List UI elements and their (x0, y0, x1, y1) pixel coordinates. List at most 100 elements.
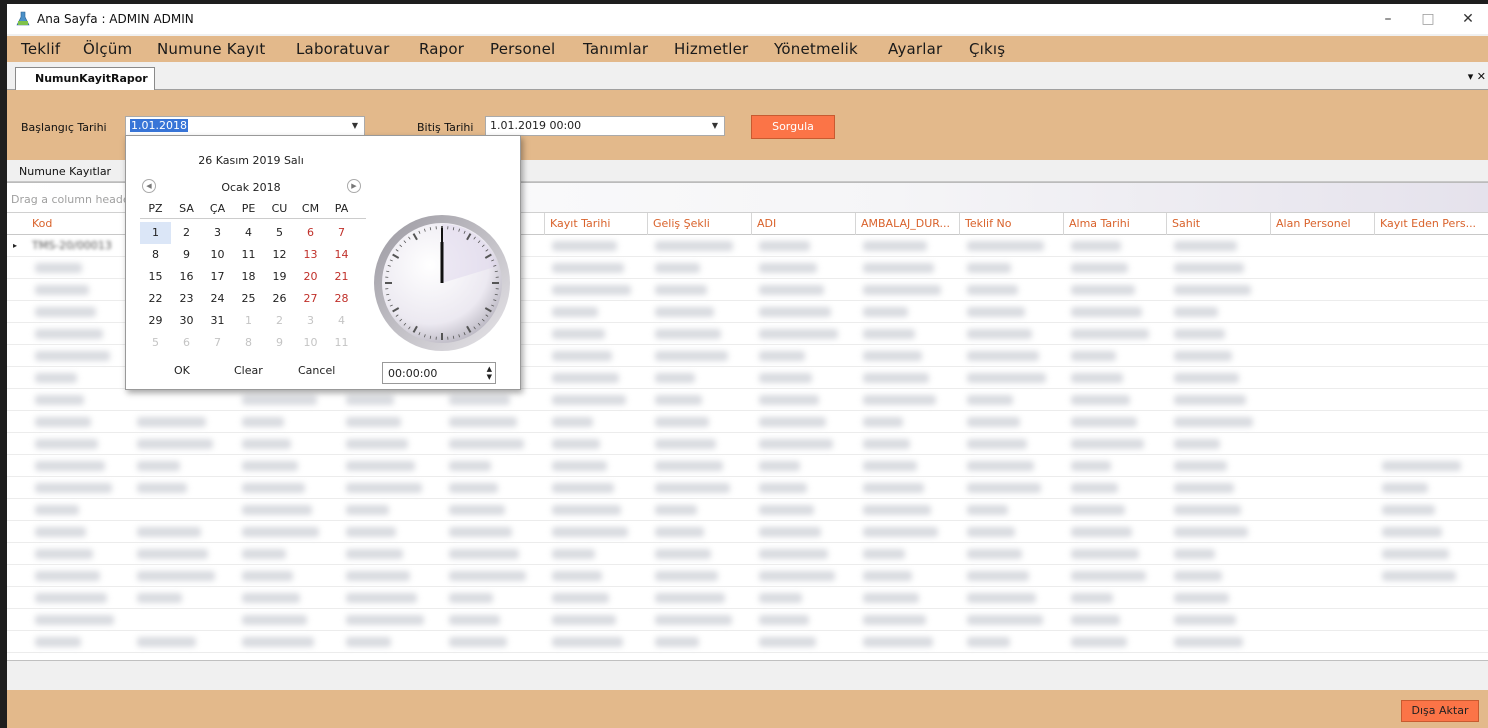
calendar-day[interactable]: 1 (140, 222, 171, 244)
calendar-day[interactable]: 14 (326, 244, 357, 266)
calendar-ok-button[interactable]: OK (174, 364, 190, 377)
table-row[interactable] (7, 521, 1488, 543)
minimize-button[interactable]: – (1368, 7, 1408, 31)
menu-olcum[interactable]: Ölçüm (83, 40, 132, 58)
calendar-day[interactable]: 6 (171, 332, 202, 354)
calendar-day[interactable]: 7 (326, 222, 357, 244)
table-row[interactable] (7, 587, 1488, 609)
col-kayit-eden-personel[interactable]: Kayıt Eden Pers... (1374, 213, 1488, 235)
row-indicator[interactable] (7, 521, 27, 543)
calendar-day[interactable]: 4 (326, 310, 357, 332)
row-indicator[interactable] (7, 279, 27, 301)
calendar-day[interactable]: 23 (171, 288, 202, 310)
end-date-combo[interactable]: 1.01.2019 00:00 ▼ (485, 116, 725, 136)
row-indicator[interactable] (7, 565, 27, 587)
table-row[interactable] (7, 609, 1488, 631)
calendar-day[interactable]: 19 (264, 266, 295, 288)
calendar-day[interactable]: 24 (202, 288, 233, 310)
row-indicator[interactable] (7, 543, 27, 565)
export-button[interactable]: Dışa Aktar (1401, 700, 1479, 722)
col-adi[interactable]: ADI (751, 213, 855, 235)
row-indicator[interactable] (7, 301, 27, 323)
calendar-day[interactable]: 17 (202, 266, 233, 288)
table-row[interactable] (7, 543, 1488, 565)
time-input[interactable]: 00:00:00 ▲ ▼ (382, 362, 496, 384)
table-row[interactable] (7, 433, 1488, 455)
col-ambalaj-durumu[interactable]: AMBALAJ_DUR... (855, 213, 959, 235)
calendar-day[interactable]: 10 (202, 244, 233, 266)
calendar-day[interactable]: 27 (295, 288, 326, 310)
calendar-day[interactable]: 5 (140, 332, 171, 354)
row-indicator[interactable] (7, 433, 27, 455)
close-button[interactable]: ✕ (1448, 7, 1488, 31)
spinner-icon[interactable]: ▲ ▼ (487, 365, 492, 381)
row-indicator[interactable]: ▸ (7, 235, 27, 257)
calendar-day[interactable]: 29 (140, 310, 171, 332)
row-indicator[interactable] (7, 367, 27, 389)
row-indicator[interactable] (7, 587, 27, 609)
start-date-combo[interactable]: 1.01.2018 ▼ (125, 116, 365, 136)
row-indicator[interactable] (7, 455, 27, 477)
calendar-day[interactable]: 22 (140, 288, 171, 310)
calendar-day[interactable]: 28 (326, 288, 357, 310)
calendar-day[interactable]: 4 (233, 222, 264, 244)
table-row[interactable] (7, 389, 1488, 411)
calendar-day[interactable]: 18 (233, 266, 264, 288)
col-kod[interactable]: Kod (27, 213, 129, 235)
col-kayit-tarihi[interactable]: Kayıt Tarihi (544, 213, 647, 235)
calendar-cancel-button[interactable]: Cancel (298, 364, 335, 377)
calendar-day[interactable]: 10 (295, 332, 326, 354)
table-row[interactable] (7, 477, 1488, 499)
menu-ayarlar[interactable]: Ayarlar (888, 40, 942, 58)
calendar-day[interactable]: 30 (171, 310, 202, 332)
calendar-day[interactable]: 5 (264, 222, 295, 244)
calendar-day[interactable]: 12 (264, 244, 295, 266)
row-indicator[interactable] (7, 389, 27, 411)
menu-yonetmelik[interactable]: Yönetmelik (774, 40, 858, 58)
row-indicator[interactable] (7, 345, 27, 367)
menu-laboratuvar[interactable]: Laboratuvar (296, 40, 389, 58)
menu-numune-kayit[interactable]: Numune Kayıt (157, 40, 265, 58)
calendar-day[interactable]: 13 (295, 244, 326, 266)
calendar-day[interactable]: 3 (295, 310, 326, 332)
calendar-clear-button[interactable]: Clear (234, 364, 263, 377)
menu-teklif[interactable]: Teklif (21, 40, 60, 58)
query-button[interactable]: Sorgula (751, 115, 835, 139)
table-row[interactable] (7, 455, 1488, 477)
row-indicator[interactable] (7, 631, 27, 653)
row-indicator[interactable] (7, 609, 27, 631)
calendar-day[interactable]: 8 (233, 332, 264, 354)
col-alan-personel[interactable]: Alan Personel (1270, 213, 1374, 235)
calendar-day[interactable]: 21 (326, 266, 357, 288)
tab-close-icon[interactable]: ▾ ✕ (1468, 70, 1486, 83)
calendar-day[interactable]: 3 (202, 222, 233, 244)
chevron-right-icon[interactable]: ▶ (347, 179, 361, 193)
calendar-day[interactable]: 9 (171, 244, 202, 266)
menu-rapor[interactable]: Rapor (419, 40, 464, 58)
calendar-day[interactable]: 2 (171, 222, 202, 244)
calendar-day[interactable]: 11 (326, 332, 357, 354)
calendar-day[interactable]: 16 (171, 266, 202, 288)
calendar-day[interactable]: 20 (295, 266, 326, 288)
row-indicator[interactable] (7, 323, 27, 345)
calendar-day[interactable]: 15 (140, 266, 171, 288)
row-indicator[interactable] (7, 257, 27, 279)
calendar-day[interactable]: 26 (264, 288, 295, 310)
calendar-day[interactable]: 25 (233, 288, 264, 310)
calendar-month[interactable]: Ocak 2018 (126, 181, 376, 194)
calendar-day[interactable]: 2 (264, 310, 295, 332)
calendar-today[interactable]: 26 Kasım 2019 Salı (126, 154, 376, 167)
chevron-down-icon[interactable]: ▼ (706, 117, 724, 135)
chevron-down-icon[interactable]: ▼ (346, 117, 364, 135)
menu-hizmetler[interactable]: Hizmetler (674, 40, 748, 58)
table-row[interactable] (7, 499, 1488, 521)
table-row[interactable] (7, 565, 1488, 587)
tab-numunkayitrapor[interactable]: NumunKayitRapor (15, 67, 155, 90)
calendar-day[interactable]: 1 (233, 310, 264, 332)
menu-personel[interactable]: Personel (490, 40, 555, 58)
table-row[interactable] (7, 631, 1488, 653)
row-indicator[interactable] (7, 477, 27, 499)
menu-tanimlar[interactable]: Tanımlar (583, 40, 648, 58)
row-indicator[interactable] (7, 499, 27, 521)
table-row[interactable] (7, 411, 1488, 433)
